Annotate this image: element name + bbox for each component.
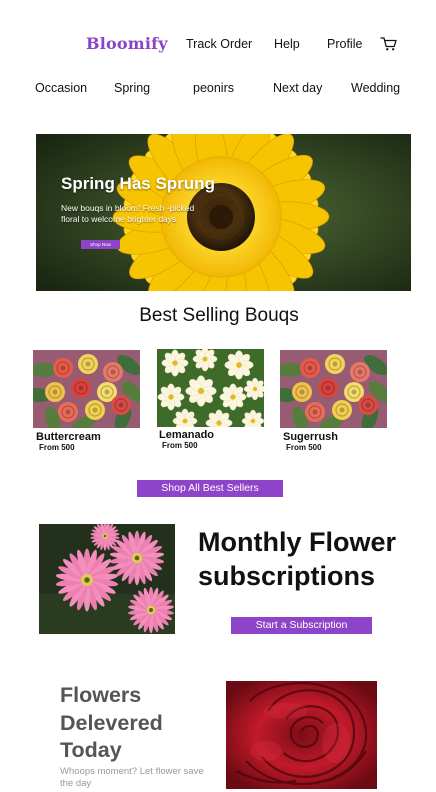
- product-name[interactable]: Buttercream: [36, 431, 101, 443]
- shop-best-sellers-button[interactable]: Shop All Best Sellers: [137, 480, 283, 497]
- product-image-lemanado[interactable]: [157, 349, 264, 427]
- product-name[interactable]: Lemanado: [159, 429, 214, 441]
- product-price: From 500: [162, 441, 198, 450]
- bouquet-image: [280, 350, 387, 428]
- white-cosmos-image: [157, 349, 264, 427]
- red-rose-image: [226, 681, 377, 789]
- product-name[interactable]: Sugerrush: [283, 431, 338, 443]
- subscriptions-title-line: Monthly Flower: [198, 527, 396, 557]
- product-image-sugerrush[interactable]: [280, 350, 387, 428]
- hero-shop-button[interactable]: Shop Now: [81, 240, 120, 249]
- pink-gerbera-image: [39, 524, 175, 634]
- subscriptions-title: Monthly Flower subscriptions: [198, 525, 396, 593]
- best-sellers-title: Best Selling Bouqs: [139, 305, 299, 326]
- delivery-subtitle: Whoops moment? Let flower save the day: [60, 766, 204, 789]
- product-image-buttercream[interactable]: [33, 350, 140, 428]
- nav-profile[interactable]: Profile: [327, 37, 362, 51]
- hero-title: Spring Has Sprung: [61, 174, 215, 193]
- product-price: From 500: [39, 443, 75, 452]
- product-price: From 500: [286, 443, 322, 452]
- nav-track-order[interactable]: Track Order: [186, 37, 252, 51]
- delivery-title-line: Delevered: [60, 710, 163, 735]
- start-subscription-button[interactable]: Start a Subscription: [231, 617, 372, 634]
- delivery-title: Flowers Delevered Today: [60, 682, 163, 765]
- category-next-day[interactable]: Next day: [273, 81, 322, 95]
- hero-subtitle: New bouqs in bloom! Fresh -picked floral…: [61, 203, 195, 224]
- category-peonies[interactable]: peonirs: [193, 81, 234, 95]
- delivery-title-line: Today: [60, 738, 122, 762]
- bouquet-image: [33, 350, 140, 428]
- category-spring[interactable]: Spring: [114, 81, 150, 95]
- delivery-title-line: Flowers: [60, 683, 142, 707]
- category-wedding[interactable]: Wedding: [351, 81, 400, 95]
- brand-logo[interactable]: Bloomify: [86, 34, 168, 53]
- category-occasion[interactable]: Occasion: [35, 81, 87, 95]
- nav-help[interactable]: Help: [274, 37, 300, 51]
- shopping-cart-icon[interactable]: [380, 36, 398, 52]
- hero-banner: Spring Has Sprung New bouqs in bloom! Fr…: [36, 134, 411, 291]
- subscriptions-title-line: subscriptions: [198, 561, 376, 591]
